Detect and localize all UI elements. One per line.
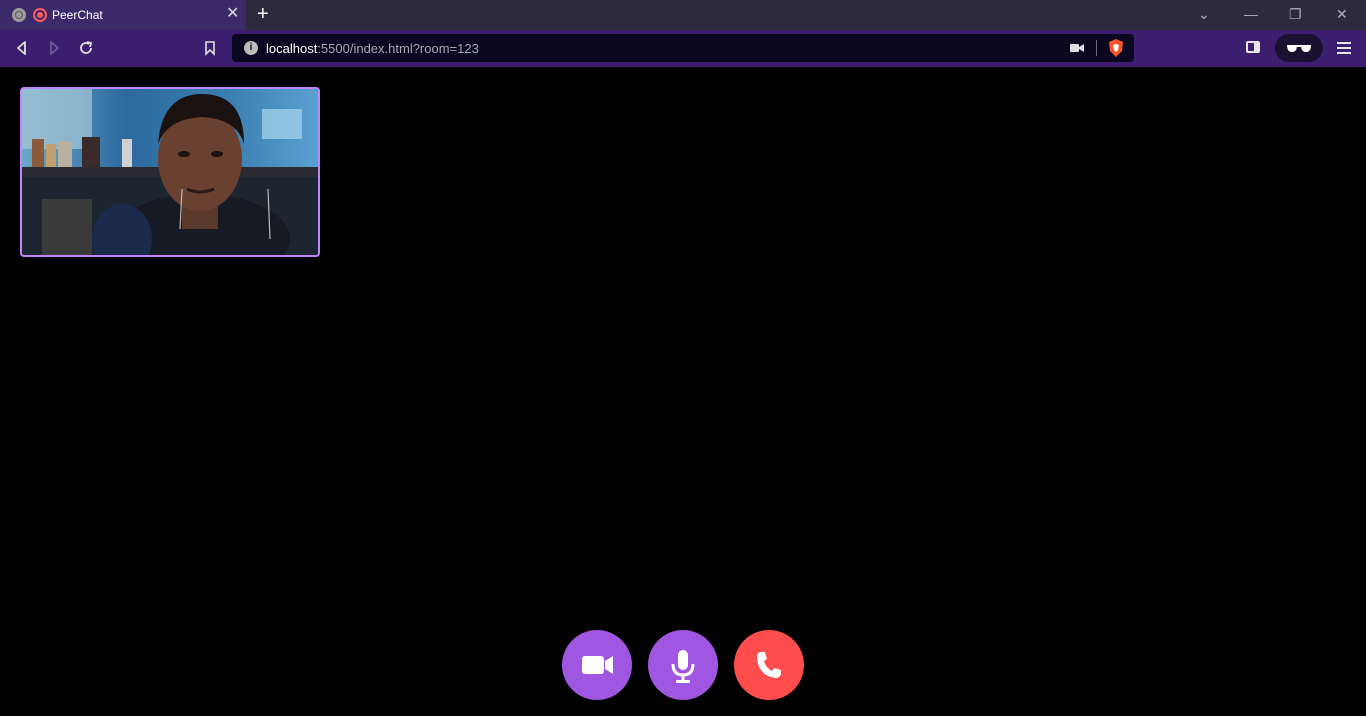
reload-icon[interactable] bbox=[77, 39, 95, 57]
tab-strip: PeerChat ✕ + ⌄ — ❐ ✕ bbox=[0, 0, 1366, 30]
webcam-feed-image bbox=[22, 89, 318, 255]
tab-title: PeerChat bbox=[52, 8, 103, 22]
microphone-toggle-button[interactable] bbox=[648, 630, 718, 700]
tab-peerchat[interactable]: PeerChat ✕ bbox=[0, 0, 246, 30]
minimize-button[interactable]: — bbox=[1244, 5, 1258, 23]
maximize-button[interactable]: ❐ bbox=[1289, 5, 1302, 23]
brave-shields-icon[interactable] bbox=[1108, 39, 1124, 57]
microphone-icon bbox=[648, 630, 718, 700]
site-info-icon[interactable]: i bbox=[244, 41, 258, 55]
new-tab-button[interactable]: + bbox=[257, 4, 269, 24]
tab-search-icon[interactable]: ⌄ bbox=[1198, 5, 1210, 23]
call-controls bbox=[0, 630, 1366, 700]
back-icon[interactable] bbox=[13, 39, 31, 57]
forward-icon[interactable] bbox=[45, 39, 63, 57]
phone-icon bbox=[734, 630, 804, 700]
address-divider bbox=[1096, 40, 1097, 56]
globe-icon bbox=[12, 8, 26, 22]
glasses-icon bbox=[1287, 45, 1311, 52]
close-window-button[interactable]: ✕ bbox=[1336, 5, 1348, 23]
hamburger-menu-icon[interactable] bbox=[1337, 42, 1351, 54]
leave-call-button[interactable] bbox=[734, 630, 804, 700]
recording-indicator-icon bbox=[33, 8, 47, 22]
private-window-button[interactable] bbox=[1275, 34, 1323, 62]
bookmark-icon[interactable] bbox=[201, 39, 219, 57]
url-text: localhost:5500/index.html?room=123 bbox=[266, 41, 479, 56]
close-tab-icon[interactable]: ✕ bbox=[226, 6, 239, 22]
camera-toggle-button[interactable] bbox=[562, 630, 632, 700]
video-camera-icon bbox=[562, 630, 632, 700]
address-bar[interactable]: i localhost:5500/index.html?room=123 bbox=[232, 34, 1134, 62]
local-video-stream bbox=[20, 87, 320, 257]
camera-in-use-icon[interactable] bbox=[1070, 43, 1084, 53]
browser-toolbar: i localhost:5500/index.html?room=123 bbox=[0, 30, 1366, 67]
sidebar-toggle-icon[interactable] bbox=[1246, 41, 1260, 53]
video-call-page bbox=[0, 67, 1366, 716]
